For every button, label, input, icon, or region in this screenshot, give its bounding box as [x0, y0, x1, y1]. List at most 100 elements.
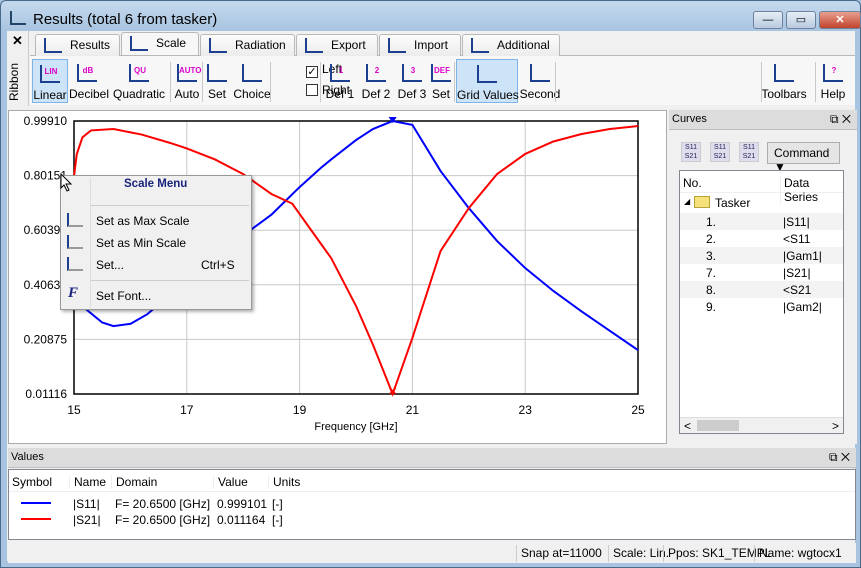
curve-row[interactable]: 8. <S21: [680, 281, 843, 298]
ribbon: ✓ Left Right LIN Linear dB Decibel QU Quadrati…: [30, 55, 855, 105]
column-units[interactable]: Units: [268, 475, 300, 489]
scale-context-menu: Scale Menu Set as Max Scale Set as Min S…: [60, 175, 252, 310]
values-title: Values: [11, 451, 44, 463]
y-tick-label: 0.01116: [25, 387, 67, 401]
tab-import[interactable]: Import: [379, 34, 461, 56]
def-2-button[interactable]: 2 Def 2: [360, 59, 392, 103]
def-3-button[interactable]: 3 Def 3: [396, 59, 428, 103]
horizontal-scrollbar[interactable]: < >: [680, 417, 843, 433]
linear-button[interactable]: LIN Linear: [32, 59, 68, 103]
tab-export[interactable]: Export: [296, 34, 378, 56]
set-max-scale-icon: [67, 213, 83, 227]
sort-series-button[interactable]: S11 S21: [681, 142, 701, 162]
ribbon-separator: [454, 62, 455, 102]
window-title: Results (total 6 from tasker): [33, 11, 218, 28]
set-min-scale-icon: [67, 235, 83, 249]
tree-header: No. Data Series: [680, 173, 843, 204]
x-tick-label: 23: [519, 403, 533, 417]
maximize-button[interactable]: ▭: [786, 11, 816, 29]
value-domain: F= 20.6500 [GHz]: [115, 497, 211, 511]
value-row[interactable]: |S11| F= 20.6500 [GHz] 0.999101 [-]: [9, 496, 855, 512]
series-symbol-icon: [21, 502, 51, 504]
menu-title: Scale Menu: [124, 178, 188, 190]
checkbox-left-box[interactable]: ✓: [306, 66, 318, 78]
curve-row[interactable]: 3. |Gam1|: [680, 247, 843, 264]
curve-series: |S11|: [783, 215, 810, 229]
button-label: Set: [207, 87, 226, 101]
expand-icon[interactable]: ◢: [684, 197, 690, 206]
column-no[interactable]: No.: [683, 176, 702, 190]
x-tick-label: 21: [406, 403, 420, 417]
button-label: Linear: [33, 88, 67, 102]
curve-row[interactable]: 9. |Gam2|: [680, 298, 843, 315]
tab-label: Results: [70, 38, 111, 52]
tab-radiation[interactable]: Radiation: [200, 34, 295, 56]
curve-row[interactable]: 1. |S11|: [680, 213, 843, 230]
toolbars-button[interactable]: Toolbars: [761, 59, 807, 103]
menu-item-shortcut: Ctrl+S: [201, 258, 235, 272]
ribbon-close-icon[interactable]: ✕: [12, 33, 23, 49]
checkbox-right-box[interactable]: [306, 84, 318, 96]
choice-button[interactable]: Choice: [233, 59, 271, 103]
menu-item-label: Set Font...: [96, 289, 152, 303]
tab-results[interactable]: Results: [35, 34, 120, 56]
button-label: Help: [820, 87, 846, 101]
quadratic-button[interactable]: QU Quadratic: [112, 59, 166, 103]
curve-series: |Gam2|: [783, 300, 822, 314]
group-label: Tasker: [715, 196, 751, 210]
status-scale: Scale: Lin.: [608, 545, 669, 562]
app-icon: [10, 11, 26, 25]
curves-panel: Curves ⧉ ✕ S11 S21 S11 S21 S11 S21 Comman…: [669, 110, 857, 444]
set-button[interactable]: DEF Set: [429, 59, 453, 103]
grid-values-button[interactable]: Grid Values: [456, 59, 519, 103]
column-symbol[interactable]: Symbol: [12, 475, 52, 489]
def-1-button[interactable]: 1 Def 1: [324, 59, 356, 103]
column-domain[interactable]: Domain: [111, 475, 157, 489]
curve-row[interactable]: 2. <S11: [680, 230, 843, 247]
panel-float-close-icon[interactable]: ⧉ ✕: [830, 112, 851, 127]
command-dropdown[interactable]: Command ▼: [767, 142, 840, 174]
curve-no: 2.: [706, 232, 717, 246]
close-button[interactable]: ✕: [819, 11, 861, 29]
button-label: Def 1: [325, 87, 355, 101]
menu-item-label: Set as Min Scale: [96, 236, 187, 250]
value-name: |S11|: [73, 497, 100, 511]
curve-series: |S21|: [783, 266, 811, 280]
def-2-icon: 2: [366, 64, 386, 82]
minimize-button[interactable]: —: [753, 11, 783, 29]
ribbon-separator: [555, 62, 556, 102]
y-tick-label: 0.20875: [24, 332, 68, 346]
menu-item-label: Set as Max Scale: [96, 214, 190, 228]
button-label: Choice: [233, 87, 271, 101]
ribbon-separator: [202, 62, 203, 102]
show-series-button[interactable]: S11 S21: [710, 142, 730, 162]
scale-tab-icon: [130, 36, 148, 51]
hide-series-button[interactable]: S11 S21: [739, 142, 759, 162]
set-button[interactable]: Set: [205, 59, 229, 103]
button-label: Def 3: [397, 87, 427, 101]
ribbon-label: Ribbon: [7, 62, 22, 102]
tab-additional[interactable]: Additional: [462, 34, 560, 56]
button-label: Def 2: [361, 87, 391, 101]
auto-button[interactable]: AUTO Auto: [172, 59, 202, 103]
help-button[interactable]: ? Help: [816, 59, 850, 103]
status-snap: Snap at=11000: [516, 545, 602, 562]
series-symbol-icon: [21, 518, 51, 520]
mouse-cursor-icon: [60, 173, 73, 192]
status-bar: Snap at=11000 Scale: Lin. Ppos: SK1_TEMP…: [8, 543, 856, 563]
tab-scale[interactable]: Scale: [121, 32, 199, 55]
curve-row[interactable]: 7. |S21|: [680, 264, 843, 281]
export-tab-icon: [305, 38, 323, 53]
decibel-button[interactable]: dB Decibel: [69, 59, 109, 103]
column-name[interactable]: Name: [69, 475, 106, 489]
curve-no: 3.: [706, 249, 717, 263]
column-value[interactable]: Value: [213, 475, 248, 489]
scrollbar-thumb[interactable]: [697, 420, 739, 431]
def-3-icon: 3: [402, 64, 422, 82]
value-row[interactable]: |S21| F= 20.6500 [GHz] 0.011164 [-]: [9, 512, 855, 528]
tree-group-tasker[interactable]: ◢ Tasker: [680, 195, 843, 212]
panel-float-close-icon[interactable]: ⧉ ✕: [829, 450, 850, 465]
help-icon: ?: [823, 64, 843, 82]
curve-no: 7.: [706, 266, 717, 280]
font-icon: F: [68, 285, 79, 301]
